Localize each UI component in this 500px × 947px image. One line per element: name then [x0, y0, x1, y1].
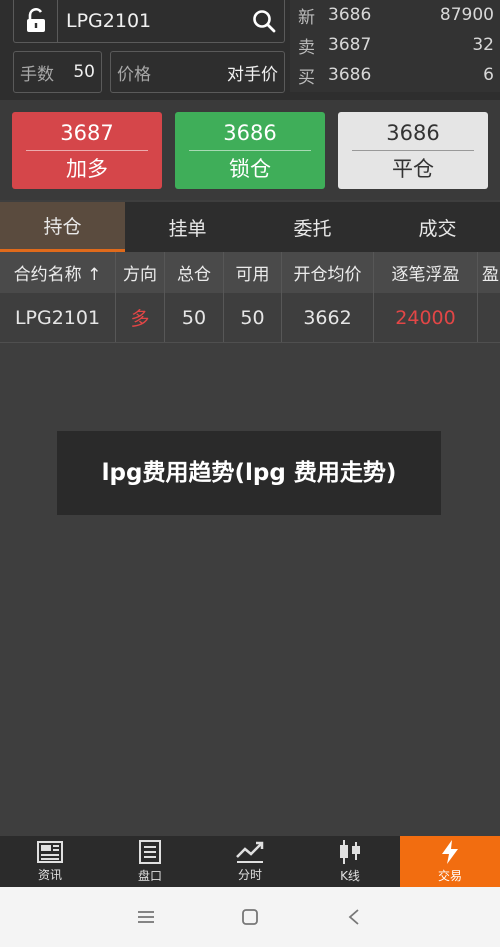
- quote-row-bid: 买 3686 6: [290, 60, 500, 90]
- cell-avg-price: 3662: [282, 293, 374, 342]
- system-nav-bar: [0, 887, 500, 947]
- quote-volume: 6: [483, 65, 494, 85]
- lock-position-button[interactable]: 3686 锁仓: [175, 112, 325, 189]
- quote-volume: 87900: [439, 5, 494, 25]
- symbol-search-box[interactable]: LPG2101: [13, 0, 285, 43]
- close-label: 平仓: [392, 156, 434, 181]
- price-label: 价格: [117, 64, 151, 85]
- lightning-icon: [442, 840, 458, 864]
- position-tabs: 持仓 挂单 委托 成交: [0, 202, 500, 252]
- search-button[interactable]: [244, 0, 284, 43]
- bottom-nav: 资讯 盘口 分时 K线 交易: [0, 836, 500, 887]
- header-floating-pnl[interactable]: 逐笔浮盈: [374, 252, 478, 293]
- search-icon: [253, 10, 276, 33]
- cell-more: [478, 293, 500, 342]
- quote-key: 买: [298, 67, 315, 88]
- menu-icon: [138, 911, 154, 923]
- back-button[interactable]: [302, 887, 406, 947]
- nav-orderbook[interactable]: 盘口: [100, 836, 200, 887]
- close-price: 3686: [352, 115, 474, 151]
- quote-row-ask: 卖 3687 32: [290, 30, 500, 60]
- price-field[interactable]: 价格 对手价: [110, 51, 285, 93]
- tab-orders[interactable]: 委托: [250, 202, 375, 252]
- cell-contract: LPG2101: [0, 293, 116, 342]
- tab-pending-orders[interactable]: 挂单: [125, 202, 250, 252]
- header-direction[interactable]: 方向: [116, 252, 165, 293]
- nav-orderbook-label: 盘口: [137, 869, 162, 883]
- header-more[interactable]: 盈: [478, 252, 500, 293]
- header-available[interactable]: 可用: [224, 252, 282, 293]
- header-contract[interactable]: 合约名称 ↑: [0, 252, 116, 293]
- positions-table-header: 合约名称 ↑ 方向 总仓 可用 开仓均价 逐笔浮盈 盈: [0, 252, 500, 293]
- home-button[interactable]: [198, 887, 302, 947]
- header-total[interactable]: 总仓: [165, 252, 224, 293]
- nav-kline-label: K线: [340, 869, 360, 883]
- cell-direction: 多: [116, 293, 165, 342]
- quantity-field[interactable]: 手数 50: [13, 51, 102, 93]
- tab-positions[interactable]: 持仓: [0, 202, 125, 252]
- symbol-input[interactable]: LPG2101: [58, 10, 244, 32]
- quote-price: 3686: [328, 65, 372, 85]
- nav-trade-label: 交易: [437, 869, 462, 883]
- lock-button[interactable]: [14, 0, 58, 43]
- news-icon: [37, 841, 63, 863]
- overlay-caption: lpg费用趋势(lpg 费用走势): [57, 431, 441, 515]
- price-value[interactable]: 对手价: [227, 60, 278, 85]
- nav-trade[interactable]: 交易: [400, 836, 500, 887]
- quote-volume: 32: [472, 35, 494, 55]
- buy-label: 加多: [66, 156, 108, 181]
- sell-price: 3686: [189, 115, 311, 151]
- quantity-label: 手数: [20, 64, 54, 85]
- nav-kline[interactable]: K线: [300, 836, 400, 887]
- intraday-chart-icon: [236, 841, 264, 863]
- nav-news[interactable]: 资讯: [0, 836, 100, 887]
- home-square-icon: [242, 909, 258, 925]
- unlock-icon: [26, 8, 45, 32]
- recents-button[interactable]: [94, 887, 198, 947]
- quote-key: 卖: [298, 37, 315, 58]
- sell-label: 锁仓: [229, 156, 271, 181]
- tab-trades[interactable]: 成交: [375, 202, 500, 252]
- nav-news-label: 资讯: [37, 868, 62, 882]
- quote-price: 3686: [328, 5, 372, 25]
- close-position-button[interactable]: 3686 平仓: [338, 112, 488, 189]
- buy-long-button[interactable]: 3687 加多: [12, 112, 162, 189]
- quote-row-last: 新 3686 87900: [290, 0, 500, 30]
- quote-key: 新: [298, 7, 315, 28]
- trade-actions: 3687 加多 3686 锁仓 3686 平仓: [0, 100, 500, 200]
- back-chevron-icon: [348, 909, 359, 925]
- header-avg-price[interactable]: 开仓均价: [282, 252, 374, 293]
- table-row[interactable]: LPG2101 多 50 50 3662 24000: [0, 293, 500, 343]
- quote-price: 3687: [328, 35, 372, 55]
- order-panel: LPG2101 手数 50 价格 对手价 新 3686 87900 卖 3687…: [0, 0, 500, 100]
- quantity-value[interactable]: 50: [73, 62, 95, 82]
- cell-floating-pnl: 24000: [374, 293, 478, 342]
- buy-price: 3687: [26, 115, 148, 151]
- cell-available: 50: [224, 293, 282, 342]
- cell-total: 50: [165, 293, 224, 342]
- quote-panel: 新 3686 87900 卖 3687 32 买 3686 6: [290, 0, 500, 92]
- orderbook-icon: [139, 840, 161, 864]
- candlestick-icon: [340, 840, 360, 864]
- nav-intraday[interactable]: 分时: [200, 836, 300, 887]
- nav-intraday-label: 分时: [237, 868, 262, 882]
